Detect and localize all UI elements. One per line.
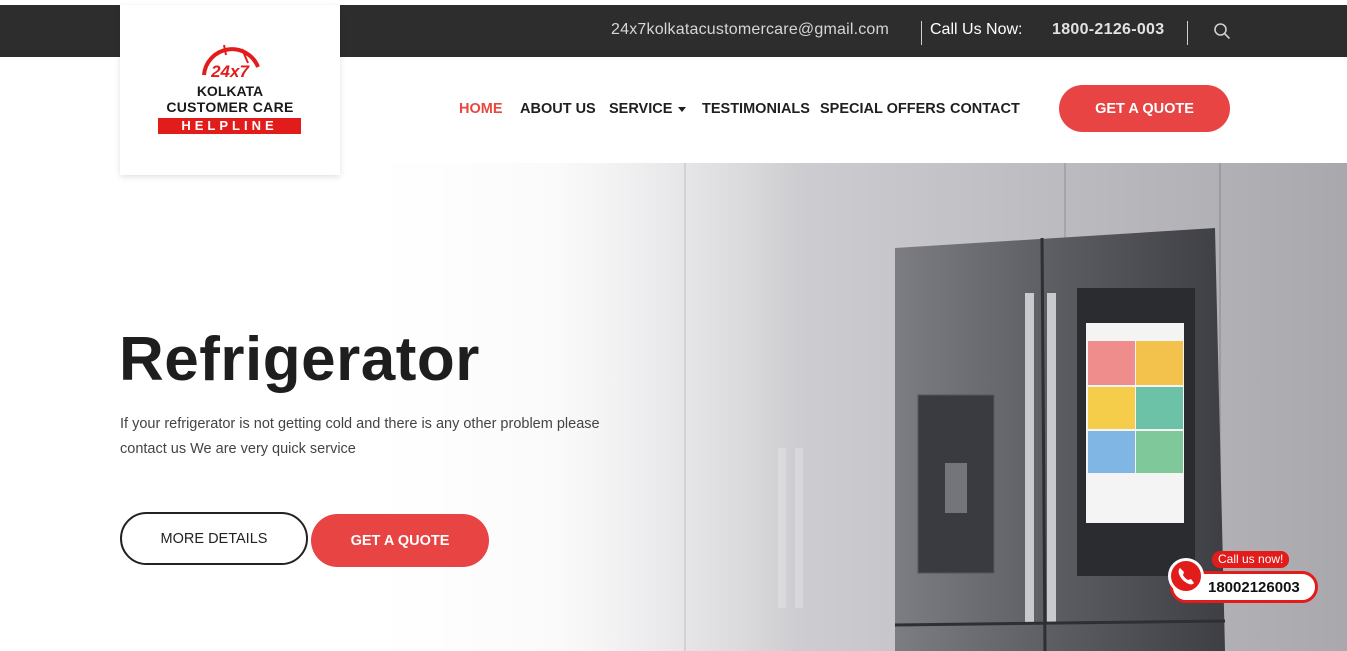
logo-line-2: CUSTOMER CARE — [166, 99, 294, 115]
logo-line-3: HELPLINE — [158, 118, 301, 134]
hero-description: If your refrigerator is not getting cold… — [120, 416, 600, 457]
get-quote-button[interactable]: GET A QUOTE — [1059, 85, 1230, 132]
nav-about-us[interactable]: ABOUT US — [520, 101, 596, 117]
search-icon[interactable] — [1213, 22, 1231, 40]
nav-service-label: SERVICE — [609, 101, 673, 117]
nav-special-offers[interactable]: SPECIAL OFFERS — [820, 101, 945, 117]
logo-line-1: KOLKATA — [196, 83, 264, 99]
contact-phone[interactable]: 1800-2126-003 — [1052, 21, 1164, 39]
call-tag: Call us now! — [1212, 551, 1290, 568]
call-now-widget[interactable]: Call us now! 18002126003 — [1168, 550, 1320, 606]
logo-badge: 24x7 — [211, 62, 249, 81]
call-label: Call Us Now: — [930, 21, 1023, 38]
chevron-down-icon — [678, 106, 687, 112]
hero-get-quote-button[interactable]: GET A QUOTE — [311, 514, 489, 567]
site-logo[interactable]: 24x7 KOLKATA CUSTOMER CARE HELPLINE — [120, 5, 340, 175]
nav-contact[interactable]: CONTACT — [950, 101, 1020, 117]
hero-title: Refrigerator — [119, 325, 480, 394]
nav-home[interactable]: HOME — [459, 101, 503, 117]
divider — [1187, 21, 1188, 45]
nav-testimonials[interactable]: TESTIMONIALS — [702, 101, 810, 117]
hero-overlay — [0, 163, 800, 651]
call-number: 18002126003 — [1208, 579, 1300, 596]
more-details-button[interactable]: MORE DETAILS — [120, 512, 308, 565]
divider — [921, 21, 922, 45]
nav-service[interactable]: SERVICE — [609, 101, 687, 117]
phone-icon — [1168, 558, 1204, 594]
contact-email[interactable]: 24x7kolkatacustomercare@gmail.com — [611, 21, 889, 39]
